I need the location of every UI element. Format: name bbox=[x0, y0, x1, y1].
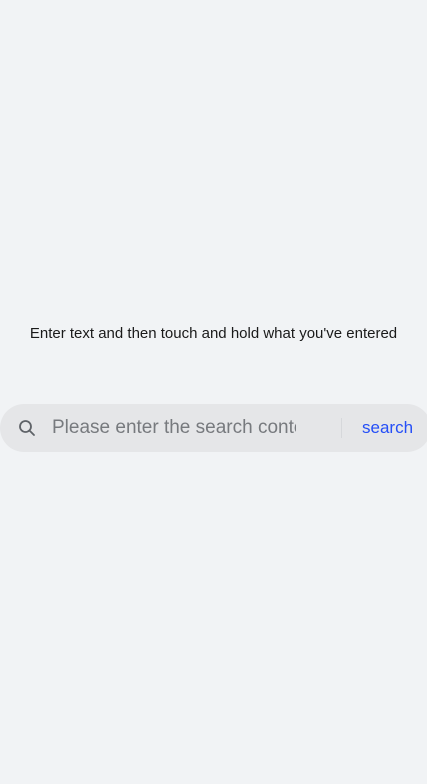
search-bar: search bbox=[0, 404, 427, 452]
search-icon bbox=[18, 419, 36, 437]
search-divider bbox=[341, 418, 342, 438]
search-button[interactable]: search bbox=[362, 416, 413, 440]
instruction-text: Enter text and then touch and hold what … bbox=[29, 325, 398, 342]
search-input[interactable] bbox=[52, 414, 296, 442]
